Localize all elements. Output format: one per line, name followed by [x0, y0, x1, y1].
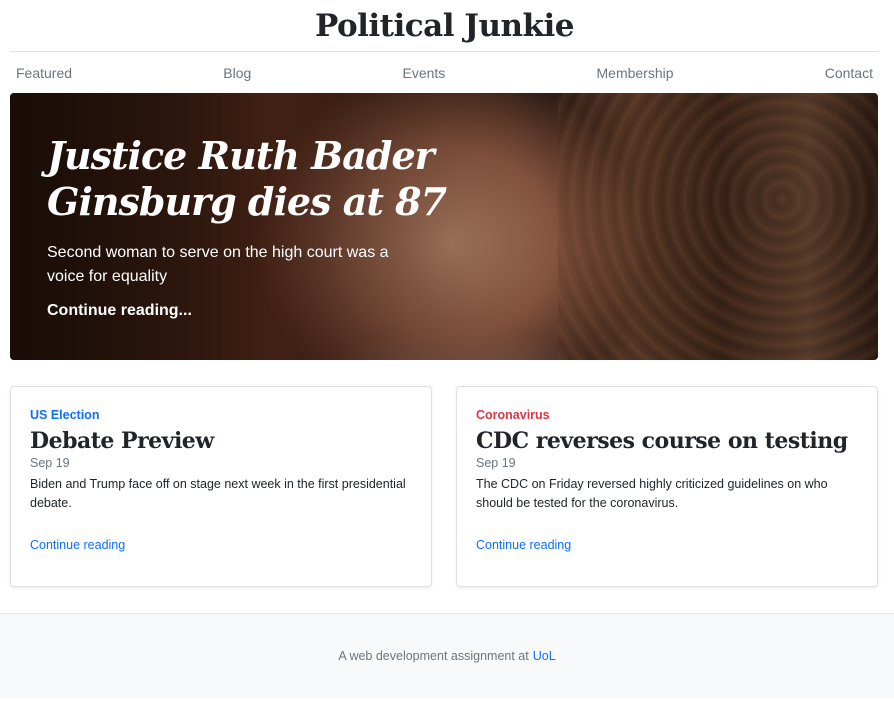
card-text: Biden and Trump face off on stage next w… — [30, 477, 406, 510]
card-date: Sep 19 — [476, 456, 516, 470]
card-category: Coronavirus — [476, 408, 550, 422]
card-title: Debate Preview — [30, 428, 214, 454]
nav-item-membership[interactable]: Membership — [597, 65, 674, 81]
site-header: Political Junkie — [10, 0, 879, 52]
hero-continue-reading-link[interactable]: Continue reading... — [47, 302, 192, 320]
card-text: The CDC on Friday reversed highly critic… — [476, 477, 828, 510]
footer-text: A web development assignment at — [338, 649, 529, 663]
nav-item-events[interactable]: Events — [402, 65, 445, 81]
site-footer: A web development assignment at UoL — [0, 613, 894, 698]
card-continue-reading-link[interactable]: Continue reading — [476, 538, 571, 552]
card-continue-reading-link[interactable]: Continue reading — [30, 538, 125, 552]
article-cards: US Election Debate Preview Sep 19 Biden … — [10, 386, 878, 587]
featured-hero: Justice Ruth Bader Ginsburg dies at 87 S… — [10, 93, 878, 360]
main-nav: Featured Blog Events Membership Contact — [10, 52, 879, 93]
footer-uol-link[interactable]: UoL — [533, 649, 556, 663]
hero-title: Justice Ruth Bader Ginsburg dies at 87 — [47, 133, 447, 224]
nav-item-contact[interactable]: Contact — [825, 65, 873, 81]
card-date: Sep 19 — [30, 456, 70, 470]
hero-content: Justice Ruth Bader Ginsburg dies at 87 S… — [47, 133, 447, 320]
card-title: CDC reverses course on testing — [476, 428, 848, 454]
nav-item-featured[interactable]: Featured — [16, 65, 72, 81]
nav-item-blog[interactable]: Blog — [223, 65, 251, 81]
hero-lead: Second woman to serve on the high court … — [47, 244, 389, 285]
site-title[interactable]: Political Junkie — [315, 8, 575, 44]
article-card: Coronavirus CDC reverses course on testi… — [456, 386, 878, 587]
card-category: US Election — [30, 408, 100, 422]
article-card: US Election Debate Preview Sep 19 Biden … — [10, 386, 432, 587]
